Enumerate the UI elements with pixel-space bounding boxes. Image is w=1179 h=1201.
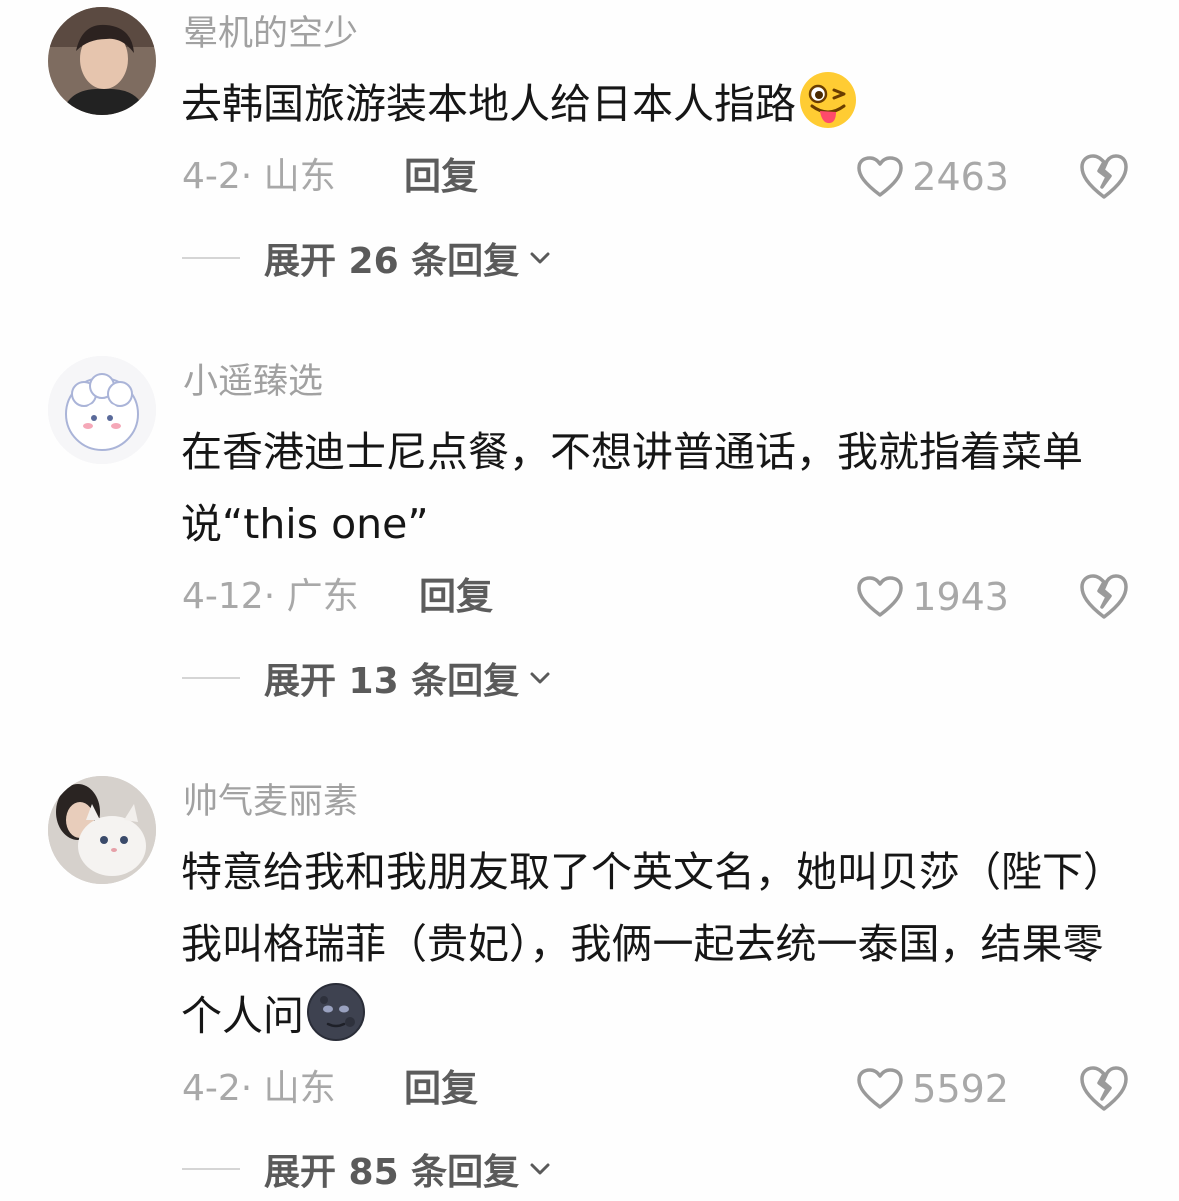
username[interactable]: 帅气麦丽素: [183, 780, 358, 824]
comment-date-location: 4-2· 山东: [182, 156, 336, 197]
comment-2: 小遥臻选 在香港迪士尼点餐，不想讲普通话，我就指着菜单说“this one” 4…: [0, 340, 1179, 710]
username[interactable]: 晕机的空少: [183, 12, 358, 56]
divider: [182, 257, 240, 259]
divider: [182, 1168, 240, 1170]
comment-1: 晕机的空少 去韩国旅游装本地人给日本人指路 4-2· 山东 回复 2463 展开…: [0, 0, 1179, 300]
avatar[interactable]: [48, 356, 156, 464]
comment-text: 在香港迪士尼点餐，不想讲普通话，我就指着菜单说“this one”: [181, 416, 1141, 560]
dislike-button[interactable]: [1078, 1064, 1130, 1114]
like-button[interactable]: 5592: [856, 1067, 1009, 1111]
reply-button[interactable]: 回复: [404, 1067, 478, 1111]
reply-button[interactable]: 回复: [419, 575, 493, 619]
broken-heart-icon: [1080, 1066, 1128, 1111]
dislike-button[interactable]: [1078, 152, 1130, 202]
username[interactable]: 小遥臻选: [183, 360, 323, 404]
dislike-button[interactable]: [1078, 572, 1130, 622]
expand-replies-label: 展开 13 条回复: [264, 661, 520, 702]
heart-outline-icon: [857, 576, 904, 617]
broken-heart-icon: [1080, 154, 1128, 199]
reply-button[interactable]: 回复: [404, 155, 478, 199]
like-button[interactable]: 1943: [856, 575, 1009, 619]
new-moon-face-icon: [306, 982, 366, 1042]
comment-text-body: 在香港迪士尼点餐，不想讲普通话，我就指着菜单说“this one”: [181, 428, 1083, 548]
divider: [182, 677, 240, 679]
comment-text-body: 去韩国旅游装本地人给日本人指路: [181, 80, 796, 128]
comment-text: 去韩国旅游装本地人给日本人指路: [181, 68, 1141, 140]
like-count: 2463: [912, 155, 1009, 199]
comment-text: 特意给我和我朋友取了个英文名，她叫贝莎（陛下）我叫格瑞菲（贵妃），我俩一起去统一…: [181, 836, 1141, 1052]
avatar[interactable]: [48, 7, 156, 115]
expand-replies-button[interactable]: 展开 13 条回复: [182, 656, 553, 702]
heart-outline-icon: [857, 1068, 904, 1109]
heart-outline-icon: [857, 156, 904, 197]
expand-replies-label: 展开 85 条回复: [264, 1152, 520, 1193]
comment-date-location: 4-2· 山东: [182, 1068, 336, 1109]
chevron-down-icon: [530, 1163, 550, 1175]
chevron-down-icon: [530, 672, 550, 684]
expand-replies-button[interactable]: 展开 85 条回复: [182, 1147, 553, 1193]
like-count: 5592: [912, 1067, 1009, 1111]
comment-date-location: 4-12· 广东: [182, 576, 359, 617]
comment-3: 帅气麦丽素 特意给我和我朋友取了个英文名，她叫贝莎（陛下）我叫格瑞菲（贵妃），我…: [0, 760, 1179, 1201]
like-button[interactable]: 2463: [856, 155, 1009, 199]
expand-replies-label: 展开 26 条回复: [264, 241, 520, 282]
broken-heart-icon: [1080, 574, 1128, 619]
expand-replies-button[interactable]: 展开 26 条回复: [182, 236, 553, 282]
chevron-down-icon: [530, 252, 550, 264]
avatar[interactable]: [48, 776, 156, 884]
like-count: 1943: [912, 575, 1009, 619]
winking-tongue-face-icon: [798, 70, 858, 130]
